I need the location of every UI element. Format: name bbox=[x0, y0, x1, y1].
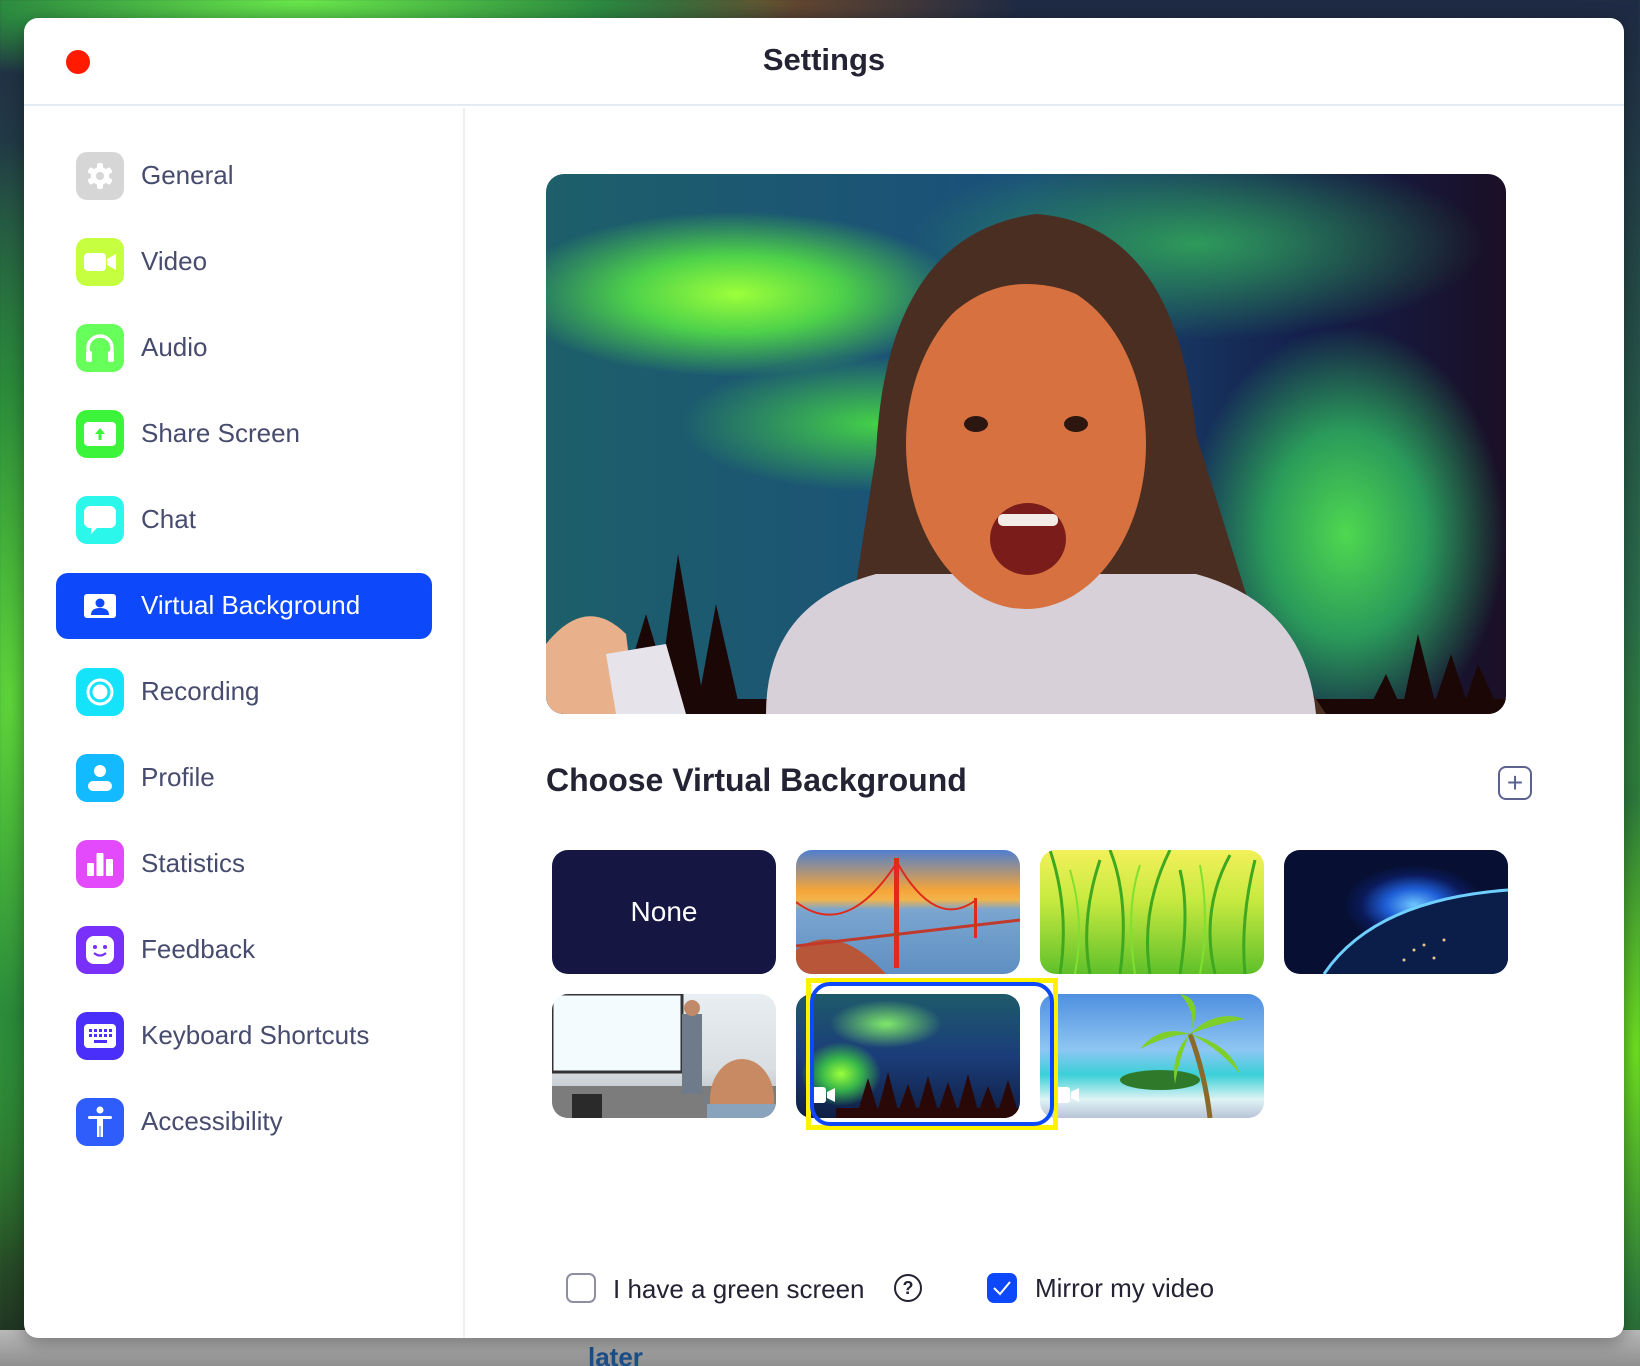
person bbox=[546, 214, 1326, 714]
profile-icon bbox=[76, 754, 124, 802]
background-option-tropical-beach[interactable] bbox=[1040, 994, 1264, 1118]
share-screen-icon bbox=[76, 410, 124, 458]
statistics-icon bbox=[76, 840, 124, 888]
sidebar-item-feedback[interactable]: Feedback bbox=[56, 917, 432, 983]
sidebar-item-label: Profile bbox=[141, 762, 215, 792]
section-title: Choose Virtual Background bbox=[546, 762, 967, 798]
background-option-none[interactable]: None bbox=[552, 850, 776, 974]
sidebar-item-label: Keyboard Shortcuts bbox=[141, 1020, 370, 1050]
background-option-grass[interactable] bbox=[1040, 850, 1264, 974]
sidebar-item-label: Virtual Background bbox=[141, 590, 361, 620]
virtual-background-panel: Choose Virtual Background + None I have … bbox=[467, 108, 1624, 1338]
background-option-presentation-room[interactable] bbox=[552, 994, 776, 1118]
feedback-smiley-icon bbox=[76, 926, 124, 974]
video-camera-icon bbox=[76, 238, 124, 286]
preview-scene bbox=[546, 214, 1506, 714]
keyboard-icon bbox=[76, 1012, 124, 1060]
checkmark-icon bbox=[993, 1281, 1011, 1296]
sidebar-item-general[interactable]: General bbox=[56, 143, 432, 209]
title-bar: Settings bbox=[24, 18, 1624, 106]
sidebar-item-label: General bbox=[141, 160, 234, 190]
headphones-icon bbox=[76, 324, 124, 372]
sidebar-item-label: Chat bbox=[141, 504, 196, 534]
sidebar-item-label: Accessibility bbox=[141, 1106, 283, 1136]
background-option-earth[interactable] bbox=[1284, 850, 1508, 974]
settings-window: Settings General Video Audio Share Scree… bbox=[24, 18, 1624, 1338]
window-title: Settings bbox=[762, 42, 886, 77]
sidebar: General Video Audio Share Screen Chat Vi… bbox=[24, 108, 465, 1338]
sidebar-item-label: Video bbox=[141, 246, 208, 276]
record-icon bbox=[76, 668, 124, 716]
mirror-video-label: Mirror my video bbox=[1035, 1273, 1215, 1303]
accessibility-icon bbox=[76, 1098, 124, 1146]
earth-image bbox=[1322, 888, 1508, 974]
add-background-button[interactable]: + bbox=[1498, 766, 1532, 800]
presentation-room-image bbox=[552, 994, 776, 1118]
help-icon[interactable]: ? bbox=[894, 1274, 922, 1302]
sidebar-item-profile[interactable]: Profile bbox=[56, 745, 432, 811]
mirror-video-checkbox[interactable] bbox=[987, 1273, 1017, 1303]
gear-icon bbox=[76, 152, 124, 200]
none-label: None bbox=[630, 896, 698, 927]
sidebar-item-accessibility[interactable]: Accessibility bbox=[56, 1089, 432, 1155]
sidebar-item-label: Statistics bbox=[141, 848, 246, 878]
sidebar-item-share-screen[interactable]: Share Screen bbox=[56, 401, 432, 467]
sidebar-item-label: Feedback bbox=[141, 934, 256, 964]
grass-image bbox=[1048, 850, 1257, 974]
green-screen-label: I have a green screen bbox=[613, 1274, 865, 1304]
selected-ring bbox=[810, 982, 1054, 1126]
sidebar-item-keyboard-shortcuts[interactable]: Keyboard Shortcuts bbox=[56, 1003, 432, 1069]
video-preview bbox=[546, 174, 1506, 714]
background-option-golden-gate[interactable] bbox=[796, 850, 1020, 974]
plus-icon: + bbox=[1506, 767, 1524, 798]
virtual-background-icon bbox=[76, 582, 124, 630]
sidebar-item-virtual-background[interactable]: Virtual Background bbox=[56, 573, 432, 639]
sidebar-item-label: Recording bbox=[141, 676, 260, 706]
sidebar-item-statistics[interactable]: Statistics bbox=[56, 831, 432, 897]
green-screen-checkbox[interactable] bbox=[566, 1273, 596, 1303]
sidebar-item-video[interactable]: Video bbox=[56, 229, 432, 295]
sidebar-item-recording[interactable]: Recording bbox=[56, 659, 432, 725]
sidebar-item-audio[interactable]: Audio bbox=[56, 315, 432, 381]
golden-gate-image bbox=[796, 858, 1020, 974]
sidebar-item-label: Share Screen bbox=[141, 418, 300, 448]
background-window-text: later bbox=[588, 1342, 643, 1366]
sidebar-item-chat[interactable]: Chat bbox=[56, 487, 432, 553]
sidebar-item-label: Audio bbox=[141, 332, 208, 362]
chat-bubble-icon bbox=[76, 496, 124, 544]
